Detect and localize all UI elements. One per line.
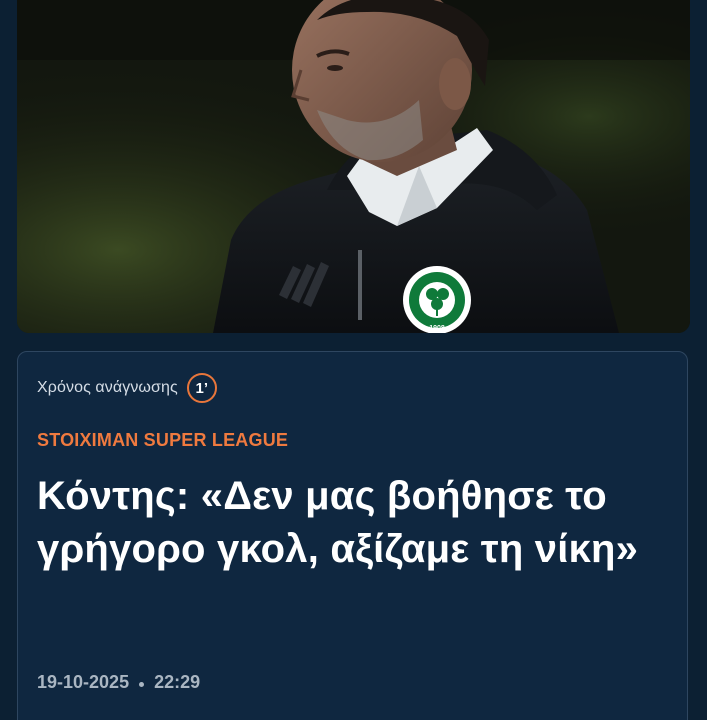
article-page: 1908 Χρόνος ανάγνωσης 1’ STOIXIMAN SUPER… [0,0,707,720]
category-link[interactable]: STOIXIMAN SUPER LEAGUE [37,430,288,451]
reading-time-badge: 1’ [186,373,217,403]
coach-photo: 1908 [17,0,690,333]
svg-text:1908: 1908 [429,325,445,332]
separator-dot [139,682,145,687]
publish-date: 19-10-2025 [37,672,130,692]
publish-meta: 19-10-2025 22:29 [37,672,200,693]
reading-time: Χρόνος ανάγνωσης 1’ [37,371,217,405]
reading-time-label: Χρόνος ανάγνωσης [37,379,178,396]
publish-time: 22:29 [154,672,201,692]
clover-crest-icon: 1908 [403,266,471,333]
article-headline: Κόντης: «Δεν μας βοήθησε το γρήγορο γκολ… [37,474,639,571]
hero-image[interactable]: 1908 [17,0,690,333]
article-card: Χρόνος ανάγνωσης 1’ STOIXIMAN SUPER LEAG… [17,351,688,720]
